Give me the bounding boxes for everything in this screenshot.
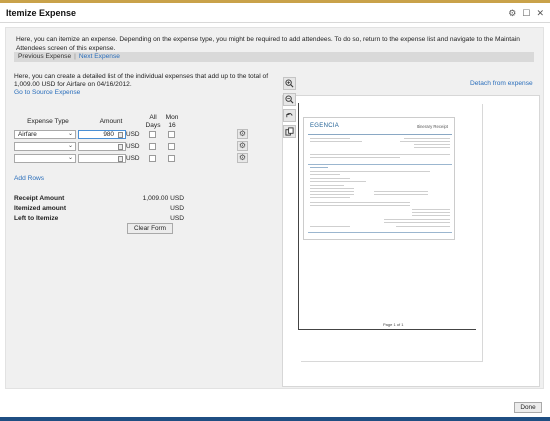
intro-text: Here, you can itemize an expense. Depend… [16, 36, 520, 52]
expense-type-select[interactable]: ⌄ [14, 154, 76, 163]
receipt-page-number: Page 1 of 1 [383, 322, 404, 327]
rotate-icon[interactable] [283, 109, 296, 122]
next-expense-link[interactable]: Next Expense [79, 53, 120, 60]
copy-icon[interactable] [283, 125, 296, 138]
receipt-amount-value: 1,009.00 USD [142, 195, 184, 202]
receipt-rule [308, 164, 452, 165]
receipt-text-line [412, 212, 450, 214]
expense-type-value: Airfare [18, 131, 37, 138]
close-icon[interactable]: ✕ [536, 8, 544, 18]
receipt-text-line [310, 205, 410, 207]
maximize-icon[interactable]: ☐ [522, 8, 530, 18]
header-all-days: All Days [145, 114, 161, 129]
all-days-checkbox[interactable] [149, 131, 156, 138]
receipt-text-line [412, 215, 450, 217]
receipt-text-line [310, 178, 350, 180]
gear-icon[interactable]: ⚙ [508, 8, 516, 18]
dialog-title: Itemize Expense [6, 8, 77, 18]
receipt-page-border-bottom [298, 329, 476, 330]
nav-separator: | [74, 53, 76, 60]
receipt-text-line [310, 191, 354, 193]
mon-checkbox[interactable] [168, 143, 175, 150]
mon-checkbox[interactable] [168, 155, 175, 162]
dialog-content: Here, you can itemize an expense. Depend… [5, 27, 544, 389]
receipt-text-line [310, 181, 366, 183]
row-settings-gear-icon[interactable]: ⚙ [237, 129, 248, 139]
receipt-text-line [310, 185, 344, 187]
receipt-text-line [384, 222, 450, 224]
description-text: Here, you can create a detailed list of … [14, 73, 269, 88]
dialog-titlebar: Itemize Expense ⚙ ☐ ✕ [0, 3, 550, 23]
receipt-text-line [400, 141, 450, 143]
chevron-down-icon: ⌄ [67, 155, 73, 161]
left-to-itemize-value: USD [170, 215, 184, 222]
amount-value: 980 [103, 131, 114, 138]
header-mon: Mon 16 [165, 114, 179, 129]
header-expense-type: Expense Type [27, 118, 69, 125]
receipt-text-line [310, 197, 350, 199]
receipt-document: EGENCIA Itinerary Receipt [303, 117, 455, 240]
expense-type-select[interactable]: Airfare ⌄ [14, 130, 76, 139]
receipt-page-border-left [298, 103, 299, 329]
all-days-checkbox[interactable] [149, 143, 156, 150]
chevron-down-icon: ⌄ [67, 143, 73, 149]
chevron-down-icon: ⌄ [67, 131, 73, 137]
receipt-text-line [374, 194, 428, 196]
receipt-text-line [310, 174, 340, 176]
all-days-checkbox[interactable] [149, 155, 156, 162]
row-settings-gear-icon[interactable]: ⚙ [237, 141, 248, 151]
receipt-text-line [412, 209, 450, 211]
receipt-doc-title: Itinerary Receipt [416, 124, 448, 129]
receipt-text-line [310, 194, 354, 196]
receipt-amount-label: Receipt Amount [14, 195, 65, 202]
itemized-amount-label: Itemized amount [14, 205, 67, 212]
receipt-text-line [396, 226, 450, 228]
source-expense-link[interactable]: Go to Source Expense [14, 89, 284, 97]
left-to-itemize-label: Left to Itemize [14, 215, 59, 222]
receipt-text-line [310, 188, 354, 190]
currency-label: USD [126, 131, 140, 138]
receipt-text-line [310, 202, 410, 204]
bottom-accent-bar [0, 417, 550, 421]
itemize-description: Here, you can create a detailed list of … [14, 73, 284, 97]
receipt-text-line [310, 138, 350, 140]
zoom-out-icon[interactable] [283, 93, 296, 106]
receipt-text-line [404, 138, 450, 140]
receipt-text-line [310, 226, 350, 228]
receipt-rule [308, 134, 452, 135]
currency-label: USD [126, 143, 140, 150]
itemized-amount-value: USD [170, 205, 184, 212]
receipt-text-line [310, 167, 328, 169]
row-settings-gear-icon[interactable]: ⚙ [237, 153, 248, 163]
calculator-icon[interactable] [118, 132, 123, 138]
receipt-text-line [374, 191, 428, 193]
header-amount: Amount [99, 118, 123, 125]
currency-label: USD [126, 155, 140, 162]
receipt-text-line [310, 141, 362, 143]
detach-from-expense-link[interactable]: Detach from expense [470, 80, 533, 87]
expense-navigation: Previous Expense | Next Expense [14, 52, 534, 62]
mon-checkbox[interactable] [168, 131, 175, 138]
receipt-rule [308, 232, 452, 233]
receipt-text-line [414, 144, 450, 146]
window-controls: ⚙ ☐ ✕ [508, 8, 544, 18]
viewer-toolbar [283, 77, 296, 142]
add-rows-link[interactable]: Add Rows [14, 175, 44, 182]
receipt-text-line [310, 154, 450, 156]
expense-type-select[interactable]: ⌄ [14, 142, 76, 151]
amount-input[interactable] [78, 154, 126, 163]
amount-input[interactable] [78, 142, 126, 151]
clear-form-button[interactable]: Clear Form [127, 223, 173, 234]
receipt-text-line [310, 157, 400, 159]
calculator-icon[interactable] [118, 144, 123, 150]
previous-expense-link[interactable]: Previous Expense [18, 53, 71, 60]
receipt-text-line [310, 171, 430, 173]
calculator-icon[interactable] [118, 156, 123, 162]
zoom-in-icon[interactable] [283, 77, 296, 90]
receipt-text-line [414, 147, 450, 149]
done-button[interactable]: Done [514, 402, 542, 413]
amount-input[interactable]: 980 [78, 130, 126, 139]
receipt-text-line [384, 219, 450, 221]
egencia-logo: EGENCIA [310, 123, 340, 129]
